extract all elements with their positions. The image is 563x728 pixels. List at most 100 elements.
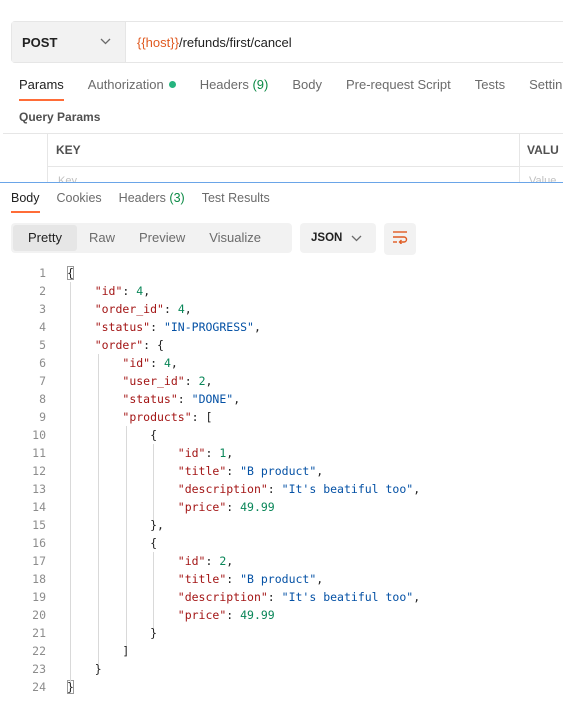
tab-body-label: Body (292, 77, 322, 92)
view-mode-switcher: Pretty Raw Preview Visualize (11, 223, 292, 253)
wrap-lines-icon (392, 230, 408, 249)
line-number: 22 (32, 644, 46, 658)
line-number: 18 (32, 572, 46, 586)
params-checkbox-column (3, 134, 48, 184)
code-line: "order_id": 4, (94, 302, 192, 316)
code-line: "description": "It's beatiful too", (177, 482, 421, 496)
response-headers-count: (3) (169, 191, 185, 205)
format-select[interactable]: JSON (300, 223, 376, 253)
params-header-row (47, 134, 563, 167)
key-column-header: KEY (56, 143, 81, 157)
wrap-lines-button[interactable] (384, 223, 416, 255)
value-column-header: VALU (527, 143, 559, 157)
indent-guide (153, 552, 155, 628)
chevron-down-icon (351, 229, 362, 247)
params-column-divider (519, 133, 520, 183)
line-number: 7 (39, 374, 46, 388)
request-tabs: Params Authorization Headers (9) Body Pr… (19, 76, 563, 102)
params-table (3, 133, 563, 184)
code-line: "status": "DONE", (122, 392, 241, 406)
query-params-title: Query Params (19, 110, 101, 124)
tab-body[interactable]: Body (292, 76, 322, 102)
status-dot-icon (168, 81, 176, 88)
indent-guide (70, 282, 71, 682)
line-number: 21 (32, 626, 46, 640)
response-tab-test-results-label: Test Results (201, 191, 270, 205)
tab-params-label: Params (19, 77, 64, 92)
tab-tests-label: Tests (474, 77, 506, 92)
line-number: 16 (32, 536, 46, 550)
code-line: { (67, 266, 74, 280)
line-number: 10 (32, 428, 46, 442)
response-tab-headers[interactable]: Headers (3) (119, 191, 185, 213)
line-number: 12 (32, 464, 46, 478)
code-line: "description": "It's beatiful too", (177, 590, 421, 604)
method-label: POST (22, 34, 58, 50)
line-number: 19 (32, 590, 46, 604)
line-number: 8 (39, 392, 46, 406)
line-number: 23 (32, 662, 46, 676)
chevron-down-icon (100, 36, 111, 48)
view-pretty-button[interactable]: Pretty (13, 225, 77, 251)
code-line: "id": 1, (177, 446, 234, 460)
pane-splitter[interactable] (0, 182, 563, 183)
response-tab-cookies[interactable]: Cookies (57, 191, 102, 213)
tab-settings[interactable]: Settin (529, 76, 562, 102)
tab-params[interactable]: Params (19, 76, 64, 102)
code-line: } (67, 626, 158, 640)
indent-guide (125, 426, 127, 646)
format-label: JSON (311, 232, 343, 244)
tab-pre-request-label: Pre-request Script (345, 77, 451, 92)
line-number: 4 (39, 320, 46, 334)
response-tabs: Body Cookies Headers (3) Test Results (11, 191, 287, 213)
code-line: "title": "B product", (177, 572, 324, 586)
code-line: "id": 4, (94, 284, 151, 298)
line-number: 15 (32, 518, 46, 532)
line-number: 6 (39, 356, 46, 370)
tab-settings-label: Settin (529, 77, 563, 92)
response-tab-cookies-label: Cookies (56, 191, 102, 205)
response-tab-headers-label: Headers (118, 191, 166, 205)
view-visualize-button[interactable]: Visualize (197, 225, 273, 251)
view-preview-button[interactable]: Preview (127, 225, 197, 251)
code-line: "order": { (94, 338, 164, 352)
line-number: 3 (39, 302, 46, 316)
line-number: 5 (39, 338, 46, 352)
line-number: 14 (32, 500, 46, 514)
code-line: }, (67, 518, 164, 532)
code-line: "id": 4, (122, 356, 178, 370)
code-line: "products": [ (122, 410, 213, 424)
code-line: "title": "B product", (177, 464, 324, 478)
line-number: 24 (32, 680, 46, 694)
url-path: /refunds/first/cancel (178, 34, 292, 50)
code-line: "status": "IN-PROGRESS", (94, 320, 261, 334)
url-variable: {{host}} (137, 34, 179, 50)
view-raw-button[interactable]: Raw (77, 225, 127, 251)
tab-headers[interactable]: Headers (9) (200, 76, 269, 102)
line-number: 2 (39, 284, 46, 298)
response-tab-test-results[interactable]: Test Results (202, 191, 270, 213)
line-number: 1 (39, 266, 46, 280)
request-bar: POST {{host}}/refunds/first/cancel (11, 21, 563, 63)
code-line: } (67, 662, 102, 676)
code-line: "id": 2, (177, 554, 234, 568)
url-input[interactable]: {{host}}/refunds/first/cancel (126, 22, 292, 62)
line-number: 17 (32, 554, 46, 568)
headers-count: (9) (252, 77, 269, 92)
code-line: "user_id": 2, (122, 374, 213, 388)
tab-headers-label: Headers (199, 77, 249, 92)
method-select[interactable]: POST (12, 22, 126, 62)
code-line: { (67, 428, 158, 442)
tab-pre-request-script[interactable]: Pre-request Script (346, 76, 451, 102)
tab-tests[interactable]: Tests (475, 76, 505, 102)
indent-guide (153, 444, 155, 520)
line-number: 9 (39, 410, 46, 424)
line-number: 13 (32, 482, 46, 496)
tab-authorization[interactable]: Authorization (88, 76, 176, 102)
indent-guide (97, 354, 99, 664)
response-tab-body[interactable]: Body (11, 191, 40, 213)
line-number: 11 (32, 446, 46, 460)
tab-authorization-label: Authorization (87, 77, 164, 92)
line-number: 20 (32, 608, 46, 622)
response-tab-body-label: Body (11, 191, 40, 205)
